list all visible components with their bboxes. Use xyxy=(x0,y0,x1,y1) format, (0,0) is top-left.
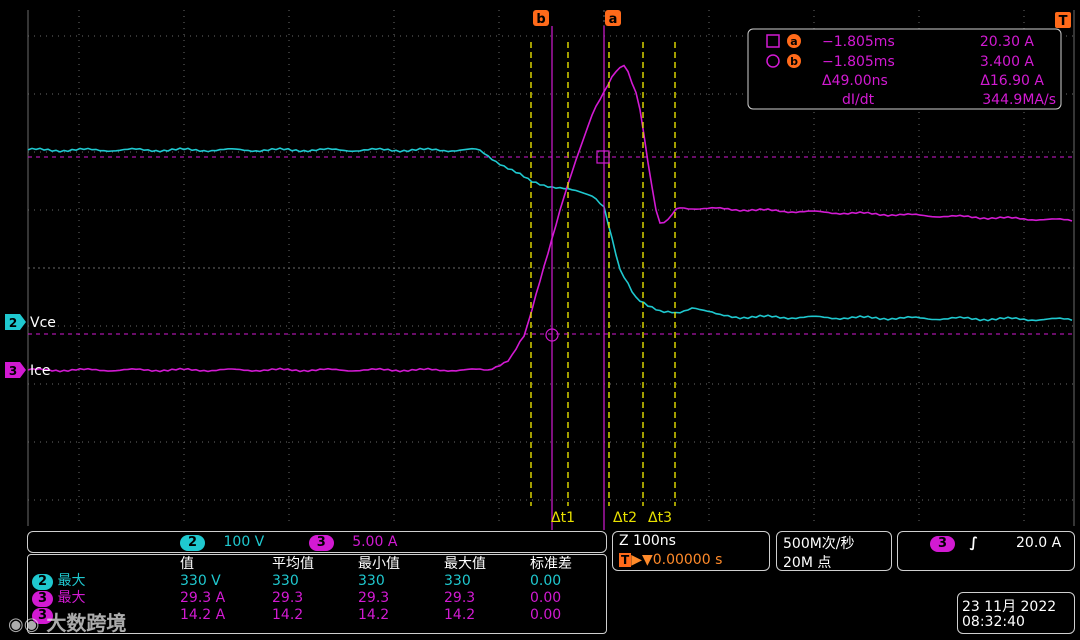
acquisition-panel[interactable]: 500M次/秒 20M 点 xyxy=(776,531,892,571)
cursor-delta-value: Δ16.90 A xyxy=(980,73,1044,89)
cursor-b-time: −1.805ms xyxy=(822,54,895,70)
trigger-source-badge[interactable]: 3 xyxy=(930,536,956,552)
cursor-delta-time: Δ49.00ns xyxy=(822,73,888,89)
col-max-header: 最大值 xyxy=(444,556,486,572)
datetime-panel: 23 11月 2022 08:32:40 xyxy=(957,592,1075,634)
record-length: 20M 点 xyxy=(783,555,832,571)
svg-text:T: T xyxy=(1059,14,1068,29)
col-min-header: 最小值 xyxy=(358,556,400,572)
watermark: ◉◉ 大数跨境 xyxy=(8,611,127,635)
col-mean-header: 平均值 xyxy=(272,556,314,572)
trigger-panel[interactable]: 3 ∫ 20.0 A xyxy=(897,531,1075,571)
table-row: 3 最大 29.3 A 29.3 29.3 29.3 0.00 xyxy=(32,590,580,607)
cursor-dt2-label: Δt2 xyxy=(613,510,637,526)
zoom-scale[interactable]: Z 100ns xyxy=(619,533,676,549)
ch2-ground-marker[interactable]: 2 xyxy=(5,314,26,330)
svg-text:b: b xyxy=(536,12,545,27)
trigger-position[interactable]: T ▶▼0.00000 s xyxy=(619,552,722,568)
rising-edge-icon: ∫ xyxy=(969,535,979,551)
measurement-panel[interactable]: 值 平均值 最小值 最大值 标准差 2 最大 330 V 330 330 330… xyxy=(8,554,607,635)
watermark-logo-icon: ◉◉ xyxy=(8,614,40,635)
ch3-ground-marker[interactable]: 3 xyxy=(5,362,26,378)
trigger-position-marker[interactable]: T xyxy=(1055,12,1071,29)
sample-rate: 500M次/秒 xyxy=(783,536,855,552)
cursor-dt1-label: Δt1 xyxy=(551,510,575,526)
svg-text:a: a xyxy=(790,35,797,48)
ch3-scale[interactable]: 5.00 A xyxy=(352,534,397,550)
horizontal-panel[interactable]: Z 100ns T ▶▼0.00000 s xyxy=(612,531,770,571)
cursor-a-value: 20.30 A xyxy=(980,34,1035,50)
svg-text:a: a xyxy=(609,12,618,27)
ch2-scale[interactable]: 100 V xyxy=(224,534,265,550)
svg-text:2: 2 xyxy=(9,316,17,330)
col-value-header: 值 xyxy=(180,556,194,572)
ch3-badge[interactable]: 3 xyxy=(308,535,334,551)
date: 23 11月 2022 xyxy=(962,599,1057,615)
cursor-b-marker[interactable]: b xyxy=(533,10,549,27)
svg-text:b: b xyxy=(790,55,798,68)
trigger-level[interactable]: 20.0 A xyxy=(1016,535,1061,551)
vce-waveform-line xyxy=(27,147,1073,322)
cursor-dt3-label: Δt3 xyxy=(648,510,672,526)
cursor-a-time: −1.805ms xyxy=(822,34,895,50)
cursor-b-value: 3.400 A xyxy=(980,54,1035,70)
svg-text:3: 3 xyxy=(9,364,17,378)
cursor-readout-panel[interactable]: a −1.805ms 20.30 A b −1.805ms 3.400 A Δ4… xyxy=(747,28,1062,110)
table-row: 2 最大 330 V 330 330 330 0.00 xyxy=(32,573,580,590)
didt-label: dI/dt xyxy=(842,92,875,108)
time: 08:32:40 xyxy=(962,614,1025,630)
measurement-header-row: 值 平均值 最小值 最大值 标准差 xyxy=(32,556,580,573)
vertical-scale-bar[interactable]: 2 100 V 3 5.00 A xyxy=(27,531,607,553)
ch2-label: Vce xyxy=(30,315,56,331)
trigger-t-icon: T xyxy=(619,553,632,567)
col-std-header: 标准差 xyxy=(530,556,572,572)
ch3-label: Ice xyxy=(30,363,50,379)
ch2-badge[interactable]: 2 xyxy=(180,535,206,551)
cursor-a-marker[interactable]: a xyxy=(605,10,621,27)
didt-value: 344.9MA/s xyxy=(982,92,1056,108)
